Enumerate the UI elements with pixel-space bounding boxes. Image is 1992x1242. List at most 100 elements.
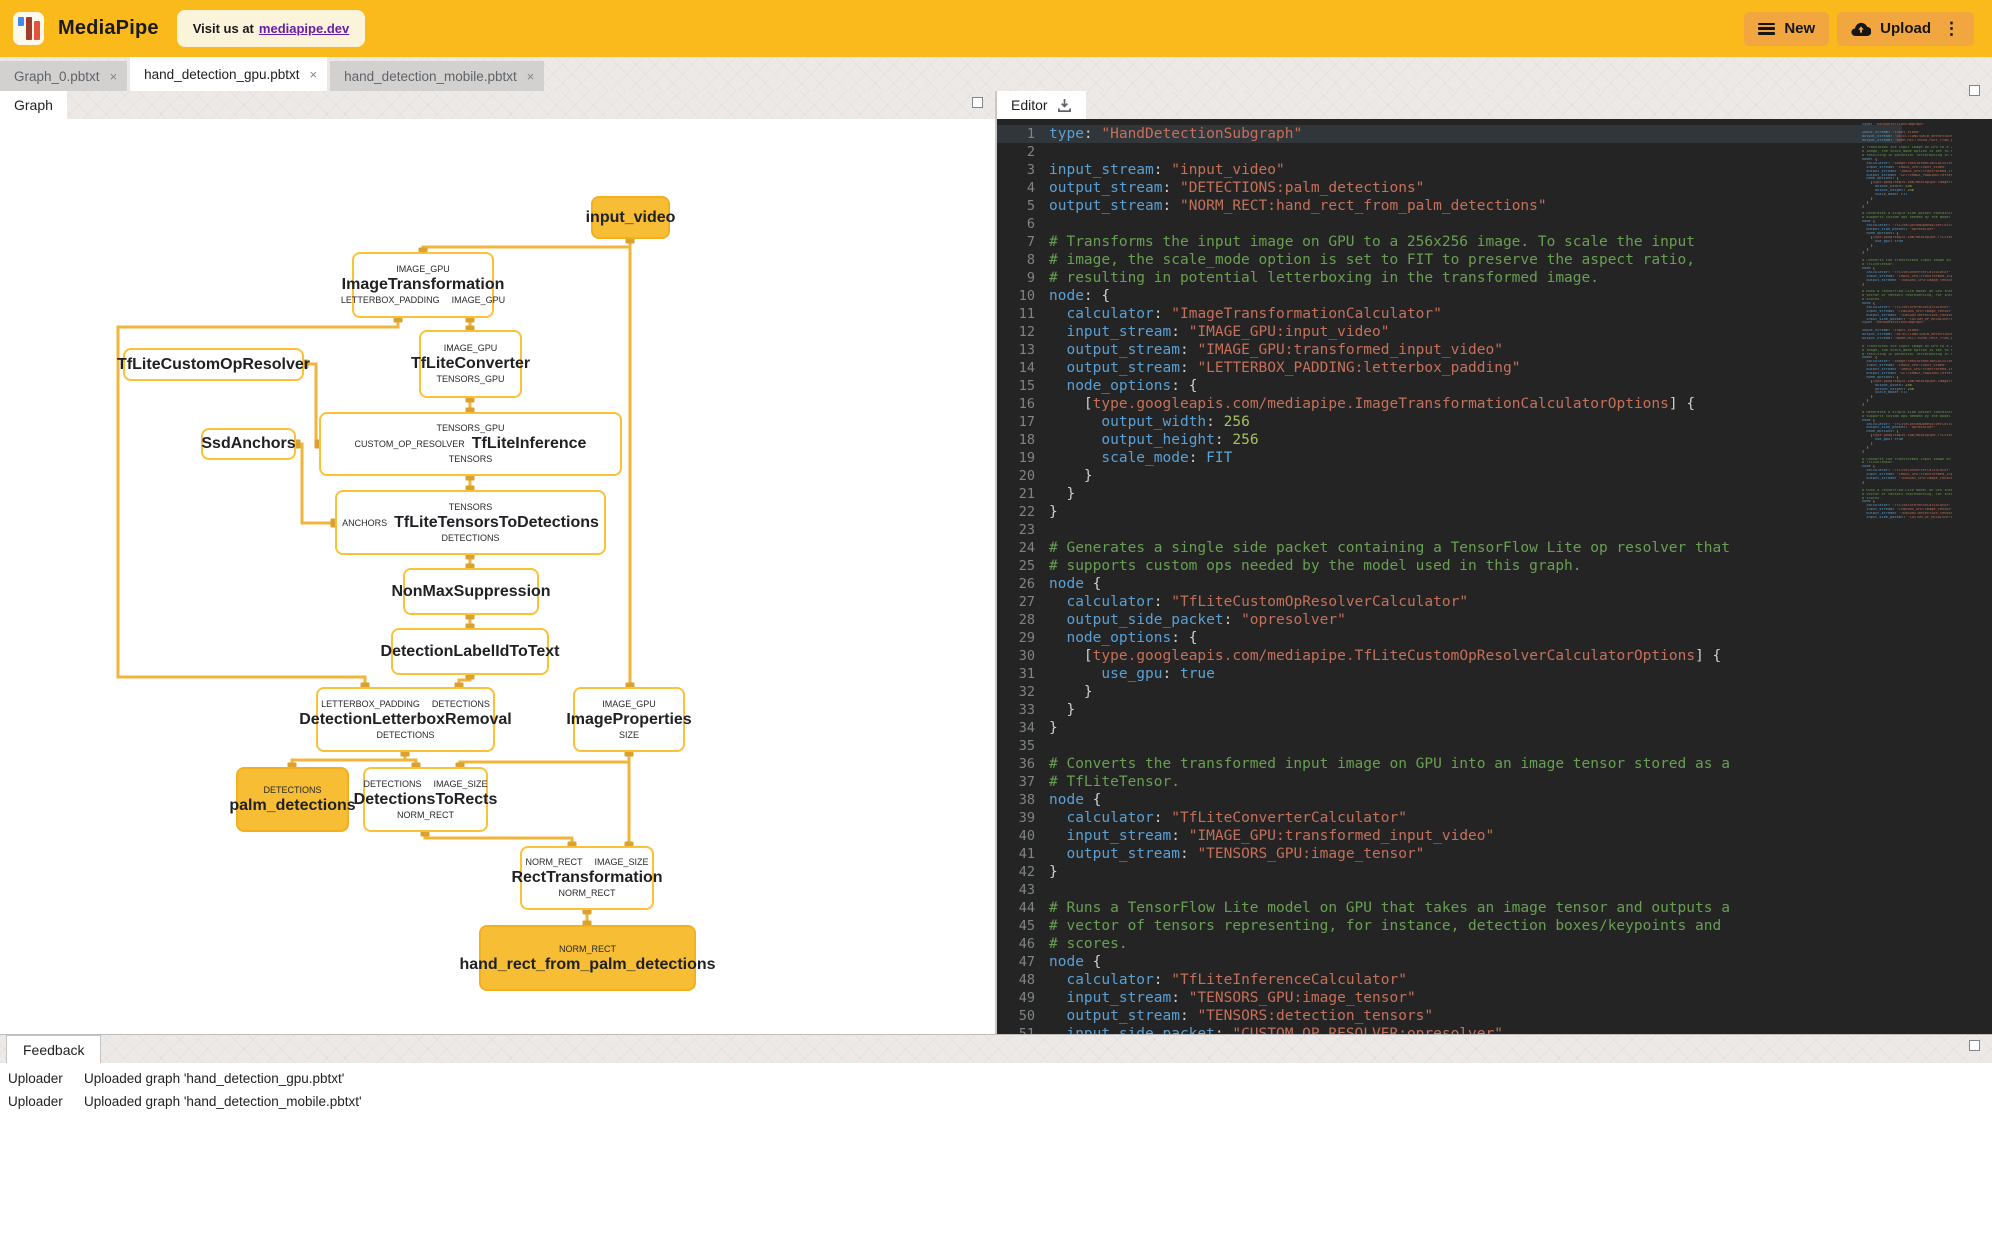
code-line-27[interactable]: 27 calculator: "TfLiteCustomOpResolverCa… (997, 593, 1902, 611)
code-line-43[interactable]: 43 (997, 881, 1902, 899)
new-button[interactable]: New (1744, 11, 1830, 46)
code-line-9[interactable]: 9 # resulting in potential letterboxing i… (997, 269, 1902, 287)
close-tab-icon[interactable]: × (110, 69, 118, 84)
node-title: SsdAnchors (201, 435, 296, 452)
code-line-23[interactable]: 23 (997, 521, 1902, 539)
line-number: 33 (1018, 702, 1035, 718)
code-line-49[interactable]: 49 input_stream: "TENSORS_GPU:image_tens… (997, 989, 1902, 1007)
port-label-NORM_RECT: NORM_RECT (525, 857, 583, 867)
code-line-1[interactable]: 1 type: "HandDetectionSubgraph" (997, 125, 1902, 143)
code-line-31[interactable]: 31 use_gpu: true (997, 665, 1902, 683)
code-line-13[interactable]: 13 output_stream: "IMAGE_GPU:transformed… (997, 341, 1902, 359)
code-line-2[interactable]: 2 (997, 143, 1902, 161)
code-line-5[interactable]: 5 output_stream: "NORM_RECT:hand_rect_fro… (997, 197, 1902, 215)
code-line-47[interactable]: 47 node { (997, 953, 1902, 971)
code-line-51[interactable]: 51 input_side_packet: "CUSTOM_OP_RESOLVE… (997, 1025, 1902, 1034)
code-line-21[interactable]: 21 } (997, 485, 1902, 503)
line-number: 40 (1018, 828, 1035, 844)
line-number: 10 (1018, 288, 1035, 304)
graph-tab[interactable]: Graph (0, 91, 67, 119)
code-line-14[interactable]: 14 output_stream: "LETTERBOX_PADDING:let… (997, 359, 1902, 377)
code-line-30[interactable]: 30 [type.googleapis.com/mediapipe.TfLite… (997, 647, 1902, 665)
file-tab-strip: Graph_0.pbtxt × hand_detection_gpu.pbtxt × h… (0, 57, 1992, 91)
upload-button[interactable]: Upload ⋮ (1837, 11, 1974, 46)
code-line-11[interactable]: 11 calculator: "ImageTransformationCalcu… (997, 305, 1902, 323)
graph-node-input_video[interactable]: input_video (586, 196, 675, 239)
graph-node-ImageProperties[interactable]: IMAGE_GPU ImageProperties SIZE (566, 687, 692, 752)
file-tab-Graph_0.pbtxt[interactable]: Graph_0.pbtxt × (0, 61, 128, 91)
code-line-18[interactable]: 18 output_height: 256 (997, 431, 1902, 449)
code-line-32[interactable]: 32 } (997, 683, 1902, 701)
graph-node-ImageTransformation[interactable]: IMAGE_GPU ImageTransformation LETTERBOX_PA… (341, 252, 505, 318)
code-line-25[interactable]: 25 # supports custom ops needed by the mo… (997, 557, 1902, 575)
download-icon[interactable] (1057, 98, 1072, 113)
code-line-20[interactable]: 20 } (997, 467, 1902, 485)
graph-node-DetectionsToRects[interactable]: DETECTIONS IMAGE_SIZE DetectionsToRects NOR… (354, 767, 497, 832)
close-tab-icon[interactable]: × (310, 67, 318, 82)
code-line-28[interactable]: 28 output_side_packet: "opresolver" (997, 611, 1902, 629)
code-line-42[interactable]: 42} (997, 863, 1902, 881)
mediapipe-dev-link[interactable]: mediapipe.dev (259, 21, 349, 36)
editor-popout-icon[interactable] (1969, 85, 1980, 96)
code-line-36[interactable]: 36 # Converts the transformed input image… (997, 755, 1902, 773)
code-line-10[interactable]: 10 node: { (997, 287, 1902, 305)
code-line-6[interactable]: 6 (997, 215, 1902, 233)
code-line-3[interactable]: 3 input_stream: "input_video" (997, 161, 1902, 179)
graph-node-DetectionLetterboxRemoval[interactable]: LETTERBOX_PADDING DETECTIONS DetectionLett… (299, 687, 512, 752)
code-line-33[interactable]: 33 } (997, 701, 1902, 719)
code-line-8[interactable]: 8 # image, the scale_mode option is set t… (997, 251, 1902, 269)
graph-node-TfLiteTensorsToDetections[interactable]: TENSORS ANCHORS TfLiteTensorsToDetections D… (335, 490, 606, 555)
graph-node-TfLiteInference[interactable]: TENSORS_GPU CUSTOM_OP_RESOLVER TfLiteInfer… (319, 412, 622, 476)
code-line-7[interactable]: 7 # Transforms the input image on GPU to … (997, 233, 1902, 251)
graph-node-palm_detections[interactable]: DETECTIONS palm_detections (229, 767, 356, 832)
code-line-48[interactable]: 48 calculator: "TfLiteInferenceCalculato… (997, 971, 1902, 989)
minimap[interactable]: type: "HandDetectionSubgraph" input_strea… (1862, 123, 1952, 520)
code-line-12[interactable]: 12 input_stream: "IMAGE_GPU:input_video" (997, 323, 1902, 341)
line-number: 18 (1018, 432, 1035, 448)
file-tab-hand_detection_gpu.pbtxt[interactable]: hand_detection_gpu.pbtxt × (130, 57, 328, 91)
code-line-19[interactable]: 19 scale_mode: FIT (997, 449, 1902, 467)
graph-node-DetectionLabelIdToText[interactable]: DetectionLabelIdToText (381, 628, 560, 675)
line-number: 21 (1018, 486, 1035, 502)
graph-node-hand_rect_from_palm_detections[interactable]: NORM_RECT hand_rect_from_palm_detections (459, 925, 716, 991)
file-tab-label: hand_detection_gpu.pbtxt (144, 66, 300, 82)
code-line-22[interactable]: 22} (997, 503, 1902, 521)
graph-node-SsdAnchors[interactable]: SsdAnchors (201, 428, 296, 460)
code-line-39[interactable]: 39 calculator: "TfLiteConverterCalculato… (997, 809, 1902, 827)
code-line-41[interactable]: 41 output_stream: "TENSORS_GPU:image_ten… (997, 845, 1902, 863)
graph-node-TfLiteConverter[interactable]: IMAGE_GPU TfLiteConverter TENSORS_GPU (411, 330, 530, 398)
graph-popout-icon[interactable] (972, 97, 983, 108)
code-line-17[interactable]: 17 output_width: 256 (997, 413, 1902, 431)
graph-node-RectTransformation[interactable]: NORM_RECT IMAGE_SIZE RectTransformation NOR… (511, 846, 663, 910)
graph-node-NonMaxSuppression[interactable]: NonMaxSuppression (391, 568, 551, 615)
code-line-35[interactable]: 35 (997, 737, 1902, 755)
node-title: RectTransformation (511, 869, 663, 886)
code-line-24[interactable]: 24 # Generates a single side packet conta… (997, 539, 1902, 557)
code-line-50[interactable]: 50 output_stream: "TENSORS:detection_ten… (997, 1007, 1902, 1025)
code-editor[interactable]: 1 type: "HandDetectionSubgraph" 2 3 input_st… (997, 119, 1992, 1034)
line-number: 30 (1018, 648, 1035, 664)
close-tab-icon[interactable]: × (527, 69, 535, 84)
editor-panel-strip: Editor (997, 85, 1992, 119)
file-tab-hand_detection_mobile.pbtxt[interactable]: hand_detection_mobile.pbtxt × (330, 61, 545, 91)
code-line-46[interactable]: 46 # scores. (997, 935, 1902, 953)
line-number: 24 (1018, 540, 1035, 556)
graph-node-TfLiteCustomOpResolver[interactable]: TfLiteCustomOpResolver (117, 348, 310, 381)
editor-tab[interactable]: Editor (997, 91, 1086, 119)
feedback-popout-icon[interactable] (1969, 1040, 1980, 1051)
feedback-tab[interactable]: Feedback (6, 1035, 102, 1063)
graph-canvas[interactable]: input_video IMAGE_GPU ImageTransformation L… (0, 119, 995, 1034)
feedback-message: Uploaded graph 'hand_detection_mobile.pb… (84, 1094, 362, 1109)
code-line-34[interactable]: 34} (997, 719, 1902, 737)
code-line-29[interactable]: 29 node_options: { (997, 629, 1902, 647)
code-line-15[interactable]: 15 node_options: { (997, 377, 1902, 395)
code-line-37[interactable]: 37 # TfLiteTensor. (997, 773, 1902, 791)
code-line-26[interactable]: 26 node { (997, 575, 1902, 593)
code-line-45[interactable]: 45 # vector of tensors representing, for … (997, 917, 1902, 935)
upload-more-icon[interactable]: ⋮ (1943, 19, 1960, 39)
code-line-16[interactable]: 16 [type.googleapis.com/mediapipe.ImageT… (997, 395, 1902, 413)
code-line-38[interactable]: 38 node { (997, 791, 1902, 809)
code-line-40[interactable]: 40 input_stream: "IMAGE_GPU:transformed_… (997, 827, 1902, 845)
code-line-4[interactable]: 4 output_stream: "DETECTIONS:palm_detecti… (997, 179, 1902, 197)
code-line-44[interactable]: 44 # Runs a TensorFlow Lite model on GPU … (997, 899, 1902, 917)
